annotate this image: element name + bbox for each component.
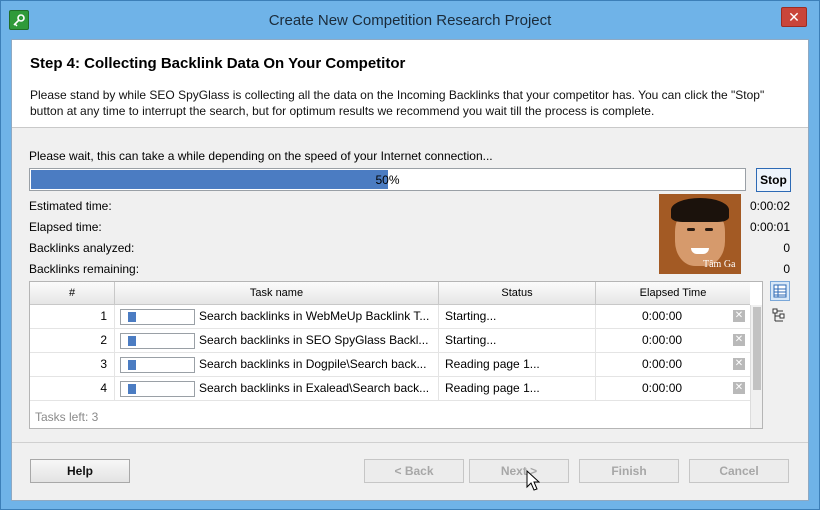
finish-button[interactable]: Finish <box>579 459 679 483</box>
task-name: Search backlinks in Exalead\Search back.… <box>199 381 430 395</box>
task-status: Starting... <box>439 329 596 352</box>
table-scrollbar[interactable] <box>750 305 762 428</box>
dialog-body: Step 4: Collecting Backlink Data On Your… <box>11 39 809 501</box>
back-button[interactable]: < Back <box>364 459 464 483</box>
task-progress-fill <box>128 312 137 322</box>
column-header-number[interactable]: # <box>30 282 115 304</box>
close-button[interactable]: ✕ <box>781 7 807 27</box>
task-status: Starting... <box>439 305 596 328</box>
table-row[interactable]: 3 Search backlinks in Dogpile\Search bac… <box>30 353 750 377</box>
task-status: Reading page 1... <box>439 377 596 400</box>
backlinks-remaining-label: Backlinks remaining: <box>29 262 140 276</box>
task-progress-bar <box>120 381 195 397</box>
task-cell: Search backlinks in Exalead\Search back.… <box>115 377 439 400</box>
cancel-task-icon[interactable]: ✕ <box>733 382 745 394</box>
task-progress-bar <box>120 333 195 349</box>
row-number: 2 <box>30 329 115 352</box>
tasks-footer: Tasks left: 3 <box>30 403 750 428</box>
estimated-time-label: Estimated time: <box>29 199 112 213</box>
task-elapsed-cell: 0:00:00 ✕ <box>596 377 750 400</box>
table-row[interactable]: 2 Search backlinks in SEO SpyGlass Backl… <box>30 329 750 353</box>
scrollbar-thumb[interactable] <box>753 307 761 390</box>
window-title: Create New Competition Research Project <box>268 12 552 29</box>
task-cell: Search backlinks in WebMeUp Backlink T..… <box>115 305 439 328</box>
step-description: Please stand by while SEO SpyGlass is co… <box>30 88 765 118</box>
elapsed-time-label: Elapsed time: <box>29 220 102 234</box>
photo-eye <box>687 228 695 231</box>
backlinks-remaining-value: 0 <box>783 262 790 276</box>
backlinks-analyzed-label: Backlinks analyzed: <box>29 241 135 255</box>
mouse-cursor-icon <box>526 470 540 491</box>
task-progress-bar <box>120 357 195 373</box>
photo-eye <box>705 228 713 231</box>
overall-progress-bar: 50% <box>29 168 746 191</box>
task-elapsed-cell: 0:00:00 ✕ <box>596 353 750 376</box>
stop-button[interactable]: Stop <box>756 168 791 192</box>
header-panel: Step 4: Collecting Backlink Data On Your… <box>12 40 808 128</box>
table-row[interactable]: 4 Search backlinks in Exalead\Search bac… <box>30 377 750 401</box>
wait-message: Please wait, this can take a while depen… <box>29 149 493 163</box>
task-status: Reading page 1... <box>439 353 596 376</box>
row-number: 3 <box>30 353 115 376</box>
task-elapsed: 0:00:00 <box>642 381 683 395</box>
row-number: 1 <box>30 305 115 328</box>
overall-progress-label: 50% <box>375 173 400 187</box>
task-elapsed: 0:00:00 <box>642 357 683 371</box>
column-header-status[interactable]: Status <box>439 282 596 304</box>
task-elapsed: 0:00:00 <box>642 333 683 347</box>
task-elapsed-cell: 0:00:00 ✕ <box>596 305 750 328</box>
task-name: Search backlinks in WebMeUp Backlink T..… <box>199 309 430 323</box>
table-header: # Task name Status Elapsed Time <box>30 282 750 305</box>
tasks-left-count: Tasks left: 3 <box>35 410 99 424</box>
cancel-task-icon[interactable]: ✕ <box>733 334 745 346</box>
elapsed-time-value: 0:00:01 <box>749 220 790 234</box>
task-cell: Search backlinks in SEO SpyGlass Backl..… <box>115 329 439 352</box>
task-progress-fill <box>128 360 137 370</box>
help-button[interactable]: Help <box>30 459 130 483</box>
table-row[interactable]: 1 Search backlinks in WebMeUp Backlink T… <box>30 305 750 329</box>
photo-hair <box>671 198 729 222</box>
step-title: Step 4: Collecting Backlink Data On Your… <box>30 55 406 72</box>
photo-caption: Tâm Ga <box>703 259 736 270</box>
column-header-elapsed-time[interactable]: Elapsed Time <box>596 282 750 304</box>
footer-divider <box>12 442 808 443</box>
task-name: Search backlinks in Dogpile\Search back.… <box>199 357 427 371</box>
task-elapsed: 0:00:00 <box>642 309 683 323</box>
cancel-task-icon[interactable]: ✕ <box>733 358 745 370</box>
row-number: 4 <box>30 377 115 400</box>
cancel-button[interactable]: Cancel <box>689 459 789 483</box>
column-header-task-name[interactable]: Task name <box>115 282 439 304</box>
estimated-time-value: 0:00:02 <box>749 199 790 213</box>
dialog-window: Create New Competition Research Project … <box>0 0 820 510</box>
cancel-task-icon[interactable]: ✕ <box>733 310 745 322</box>
task-progress-fill <box>128 384 137 394</box>
task-name: Search backlinks in SEO SpyGlass Backl..… <box>199 333 429 347</box>
next-button[interactable]: Next > <box>469 459 569 483</box>
table-view-icon[interactable] <box>770 281 790 301</box>
task-elapsed-cell: 0:00:00 ✕ <box>596 329 750 352</box>
title-bar[interactable]: Create New Competition Research Project … <box>1 1 819 39</box>
task-table: # Task name Status Elapsed Time 1 Search… <box>29 281 763 429</box>
task-cell: Search backlinks in Dogpile\Search back.… <box>115 353 439 376</box>
watermark-photo: Tâm Ga <box>659 194 741 274</box>
task-progress-fill <box>128 336 137 346</box>
tree-view-icon[interactable] <box>770 306 790 326</box>
backlinks-analyzed-value: 0 <box>783 241 790 255</box>
task-progress-bar <box>120 309 195 325</box>
